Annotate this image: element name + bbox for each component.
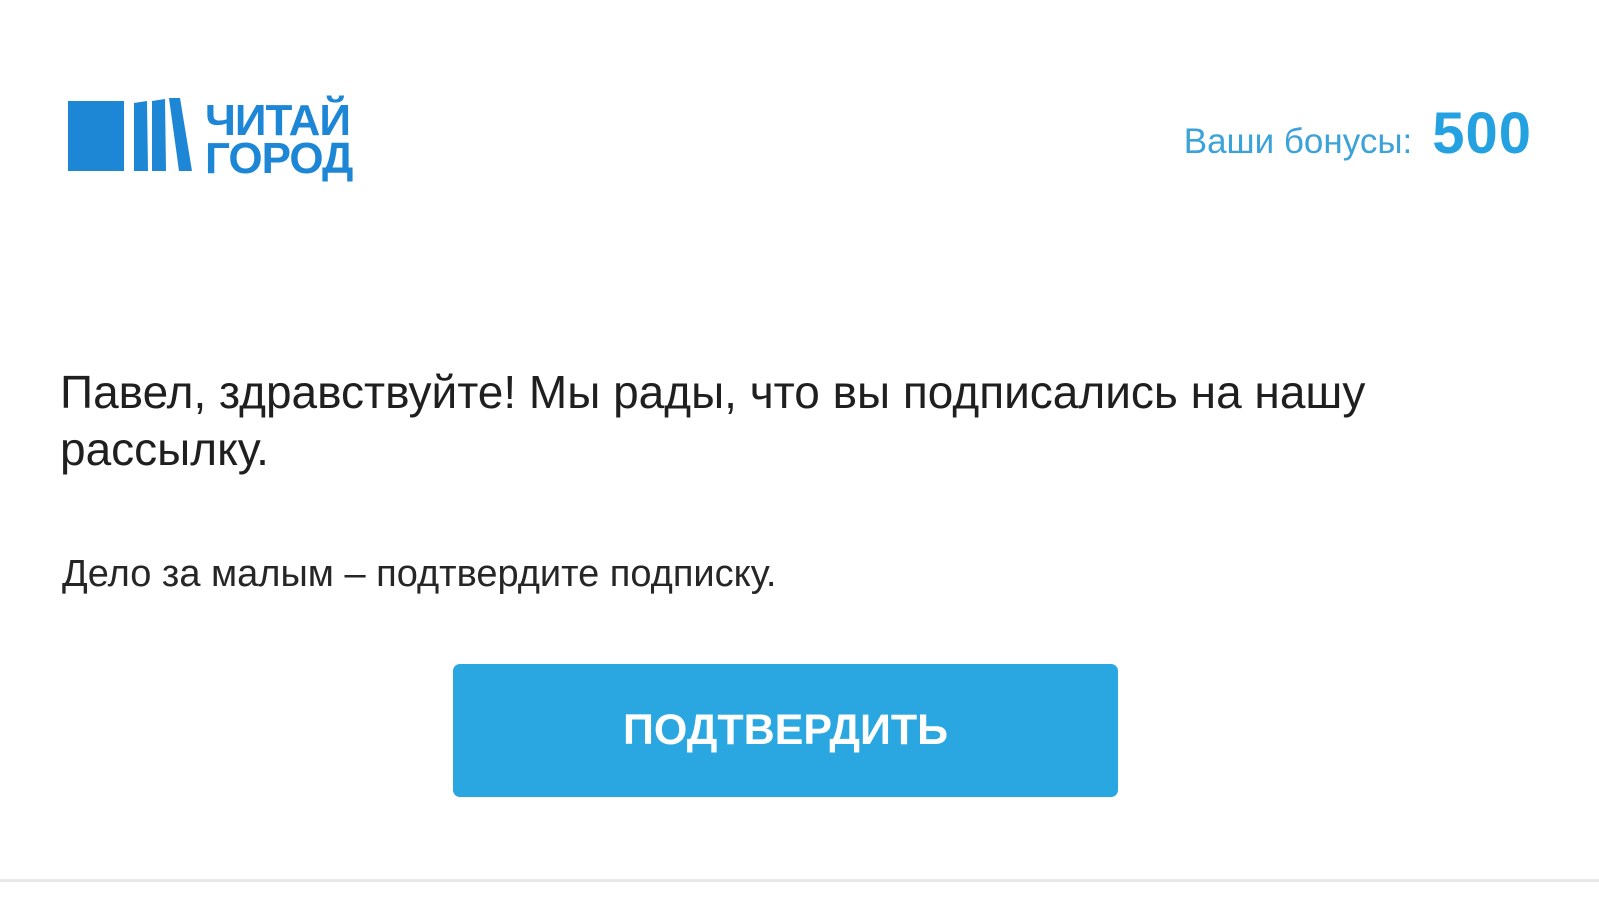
header: ЧИТАЙ ГОРОД Ваши бонусы: 500: [0, 0, 1599, 230]
email-page: ЧИТАЙ ГОРОД Ваши бонусы: 500 Павел, здра…: [0, 0, 1599, 899]
confirm-prompt: Дело за малым – подтвердите подписку.: [62, 553, 777, 595]
brand-logo[interactable]: ЧИТАЙ ГОРОД: [68, 96, 353, 184]
greeting-text: Павел, здравствуйте! Мы рады, что вы под…: [60, 366, 1366, 475]
confirm-subscription-button[interactable]: ПОДТВЕРДИТЬ: [453, 664, 1118, 797]
bonus-label: Ваши бонусы:: [1183, 122, 1413, 161]
divider: [0, 879, 1599, 882]
brand-wordmark: ЧИТАЙ ГОРОД: [205, 99, 353, 184]
books-icon: [68, 98, 192, 171]
bonus-value: 500: [1432, 101, 1532, 166]
bonus-balance: Ваши бонусы: 500: [1184, 100, 1532, 167]
brand-line-2: ГОРОД: [205, 134, 353, 184]
